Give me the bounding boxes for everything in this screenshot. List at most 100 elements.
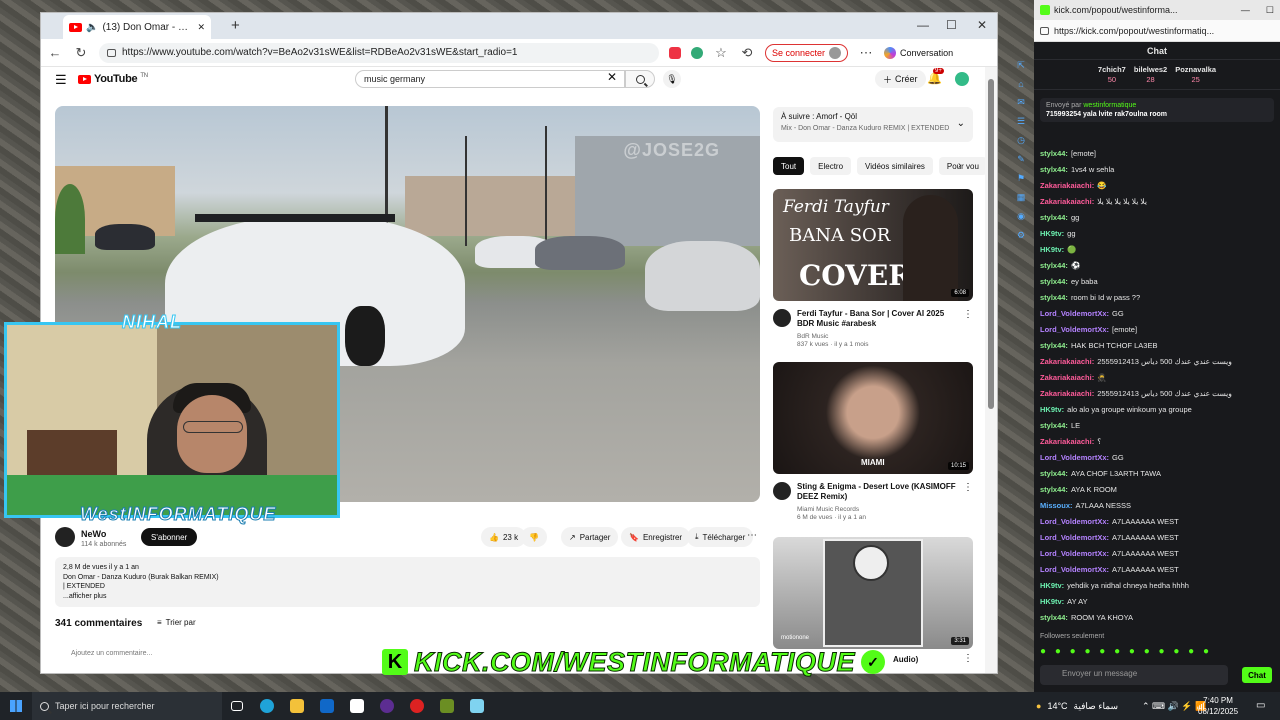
taskbar-app-edge[interactable] xyxy=(252,692,282,720)
chat-username[interactable]: Missoux: xyxy=(1040,498,1073,514)
chat-username[interactable]: stylx44: xyxy=(1040,258,1068,274)
chat-username[interactable]: stylx44: xyxy=(1040,290,1068,306)
download-button[interactable]: ⤓ Télécharger xyxy=(687,527,754,547)
chat-username[interactable]: stylx44: xyxy=(1040,338,1068,354)
chat-username[interactable]: stylx44: xyxy=(1040,418,1068,434)
speaker-icon[interactable]: 🔈 xyxy=(86,22,98,33)
extension-icon[interactable] xyxy=(669,46,681,59)
chat-username[interactable]: Lord_VoldemortXx: xyxy=(1040,322,1109,338)
kick-address-bar[interactable]: https://kick.com/popout/westinformatiq..… xyxy=(1034,20,1280,42)
browser-tab-youtube[interactable]: 🔈 (13) Don Omar - Danza Kuduro (B ✕ xyxy=(63,15,211,39)
chevron-right-icon[interactable]: › xyxy=(958,160,961,171)
chat-message-input[interactable]: Envoyer un message xyxy=(1040,665,1228,685)
search-button[interactable] xyxy=(625,70,655,88)
close-tab-icon[interactable]: ✕ xyxy=(197,22,205,33)
page-scrollbar[interactable] xyxy=(985,67,997,673)
taskbar-app-outlook[interactable] xyxy=(312,692,342,720)
chat-username[interactable]: Zakariakaiachi: xyxy=(1040,370,1094,386)
chat-username[interactable]: stylx44: xyxy=(1040,610,1068,626)
more-menu-icon[interactable]: ⋯ xyxy=(858,45,874,61)
chat-username[interactable]: Zakariakaiachi: xyxy=(1040,386,1094,402)
task-view-icon[interactable] xyxy=(222,692,252,720)
chip-similar[interactable]: Vidéos similaires xyxy=(857,157,933,175)
sidebar-icon[interactable]: ◉ xyxy=(1017,211,1025,222)
taskbar-app-notepad[interactable] xyxy=(462,692,492,720)
share-button[interactable]: ↗ Partager xyxy=(561,527,619,547)
add-comment-input[interactable]: Ajoutez un commentaire... xyxy=(71,650,152,657)
more-vertical-icon[interactable]: ⋮ xyxy=(963,309,973,320)
taskbar-app-store[interactable] xyxy=(342,692,372,720)
recommended-video[interactable]: Ferdi Tayfur BANA SOR COVER 6:08 Ferdi T… xyxy=(773,189,973,359)
youtube-logo[interactable]: YouTube TN xyxy=(78,73,148,85)
taskbar-app-capture[interactable] xyxy=(402,692,432,720)
show-more-link[interactable]: ...afficher plus xyxy=(63,592,752,602)
chat-username[interactable]: Lord_VoldemortXx: xyxy=(1040,306,1109,322)
chat-username[interactable]: stylx44: xyxy=(1040,146,1068,162)
maximize-icon[interactable]: ☐ xyxy=(1266,5,1274,16)
sidebar-icon[interactable]: ⚑ xyxy=(1017,173,1025,184)
minimize-icon[interactable]: — xyxy=(1241,5,1250,15)
description-box[interactable]: 2,8 M de vues il y a 1 an Don Omar - Dan… xyxy=(55,557,760,607)
video-thumbnail[interactable]: MIAMI 10:15 xyxy=(773,362,973,474)
reload-icon[interactable]: ↻ xyxy=(73,45,89,61)
account-avatar[interactable] xyxy=(955,72,969,86)
weather-widget[interactable]: ● 14°C سماء صافية ⌃ ⌨ 🔊 ⚡ 📶 xyxy=(1036,692,1206,720)
video-thumbnail[interactable]: Ferdi Tayfur BANA SOR COVER 6:08 xyxy=(773,189,973,301)
voice-search-button[interactable]: 🎙 xyxy=(663,70,681,88)
video-title[interactable]: Audio) xyxy=(893,655,997,665)
sidebar-icon[interactable]: ◷ xyxy=(1017,135,1025,146)
channel-name[interactable]: NeWo xyxy=(81,529,106,539)
sort-comments-button[interactable]: ≡ Trier par xyxy=(157,618,196,627)
chat-username[interactable]: stylx44: xyxy=(1040,162,1068,178)
chat-username[interactable]: Lord_VoldemortXx: xyxy=(1040,530,1109,546)
sidebar-icon[interactable]: ☰ xyxy=(1017,116,1025,127)
chip-electro[interactable]: Electro xyxy=(810,157,852,175)
video-channel[interactable]: Miami Music Records xyxy=(797,506,859,513)
taskbar-search-input[interactable]: Taper ici pour rechercher xyxy=(32,692,222,720)
chat-username[interactable]: HK9tv: xyxy=(1040,594,1064,610)
sidebar-icon[interactable]: ⌂ xyxy=(1018,79,1023,89)
chat-username[interactable]: stylx44: xyxy=(1040,274,1068,290)
like-button[interactable]: 👍 23 k xyxy=(481,527,527,547)
chat-username[interactable]: stylx44: xyxy=(1040,210,1068,226)
more-actions-icon[interactable]: ⋯ xyxy=(747,530,757,541)
sign-in-button[interactable]: Se connecter xyxy=(765,43,849,62)
top-gifter[interactable]: bilelwes2 28 xyxy=(1134,65,1167,85)
more-vertical-icon[interactable]: ⋮ xyxy=(963,653,973,664)
channel-avatar[interactable] xyxy=(55,527,75,547)
chat-username[interactable]: stylx44: xyxy=(1040,482,1068,498)
more-vertical-icon[interactable]: ⋮ xyxy=(963,482,973,493)
new-tab-button[interactable]: + xyxy=(231,17,240,34)
top-gifter[interactable]: Poznavalka 25 xyxy=(1175,65,1216,85)
back-arrow-icon[interactable]: ← xyxy=(47,45,63,60)
chat-username[interactable]: HK9tv: xyxy=(1040,402,1064,418)
chevron-down-icon[interactable]: ⌄ xyxy=(957,118,965,129)
chip-all[interactable]: Tout xyxy=(773,157,805,175)
pinned-message[interactable]: Envoyé par westinformatique 715993254 ya… xyxy=(1040,98,1274,122)
sidebar-icon[interactable]: ⇱ xyxy=(1017,60,1025,71)
sidebar-icon[interactable]: ⚙ xyxy=(1017,230,1025,241)
favorites-star-icon[interactable]: ☆ xyxy=(713,45,729,61)
channel-avatar[interactable] xyxy=(773,482,791,500)
extension-icon[interactable] xyxy=(691,46,703,59)
maximize-icon[interactable]: ☐ xyxy=(946,18,957,32)
chat-username[interactable]: HK9tv: xyxy=(1040,226,1064,242)
clear-search-icon[interactable]: ✕ xyxy=(607,70,617,84)
chat-username[interactable]: HK9tv: xyxy=(1040,242,1064,258)
video-title[interactable]: Sting & Enigma - Desert Love (KASIMOFF D… xyxy=(797,482,957,502)
playlist-queue-panel[interactable]: À suivre : Amorf - Qöl Mix - Don Omar - … xyxy=(773,107,973,142)
top-gifter[interactable]: 7chich7 50 xyxy=(1098,65,1126,85)
notification-center-icon[interactable]: ▭ xyxy=(1256,700,1265,711)
video-thumbnail[interactable]: motionone 3:31 xyxy=(773,537,973,649)
tray-icons[interactable]: ⌃ ⌨ 🔊 ⚡ 📶 xyxy=(1142,701,1206,712)
taskbar-app-explorer[interactable] xyxy=(282,692,312,720)
send-chat-button[interactable]: Chat xyxy=(1242,667,1272,683)
sidebar-icon[interactable]: ✉ xyxy=(1017,97,1025,108)
copilot-conversation-button[interactable]: Conversation xyxy=(884,46,953,59)
subscribe-button[interactable]: S'abonner xyxy=(141,528,198,546)
sidebar-icon[interactable]: ▦ xyxy=(1017,192,1026,203)
save-button[interactable]: 🔖 Enregistrer xyxy=(621,527,691,547)
taskbar-app-obs[interactable] xyxy=(372,692,402,720)
chat-username[interactable]: Lord_VoldemortXx: xyxy=(1040,562,1109,578)
history-icon[interactable]: ⟲ xyxy=(739,45,755,61)
